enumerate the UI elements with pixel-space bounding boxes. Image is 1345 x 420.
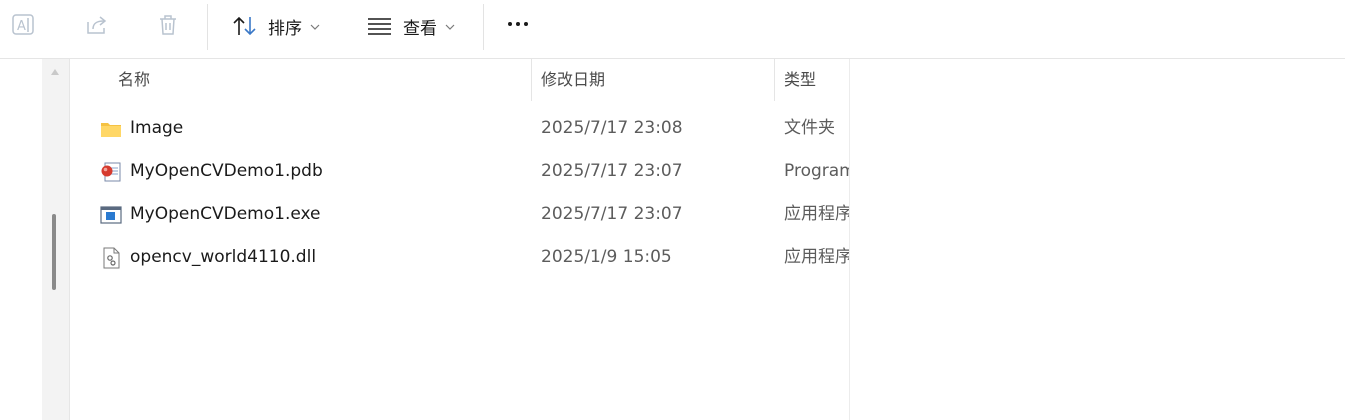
file-type: 文件夹 <box>784 118 835 138</box>
file-type: 应用程序 <box>784 247 849 267</box>
svg-text:A: A <box>17 19 26 34</box>
sort-button[interactable]: 排序 <box>232 12 320 40</box>
file-row[interactable]: Image 2025/7/17 23:08 文件夹 <box>70 107 849 150</box>
rename-icon[interactable]: A <box>10 11 38 39</box>
file-name: Image <box>130 118 184 138</box>
file-row[interactable]: opencv_world4110.dll 2025/1/9 15:05 应用程序 <box>70 236 849 279</box>
file-name: opencv_world4110.dll <box>130 247 317 267</box>
view-icon <box>368 18 391 35</box>
file-date: 2025/7/17 23:07 <box>541 204 683 224</box>
command-bar: A 排序 查看 <box>0 0 1345 59</box>
sort-icon <box>233 16 256 36</box>
file-date: 2025/7/17 23:07 <box>541 161 683 181</box>
share-icon[interactable] <box>83 11 111 39</box>
toolbar-separator <box>207 4 208 50</box>
chevron-down-icon <box>310 24 320 30</box>
view-button[interactable]: 查看 <box>367 12 455 40</box>
exe-file-icon <box>100 206 122 224</box>
view-label: 查看 <box>403 18 437 39</box>
navigation-pane <box>42 59 70 420</box>
file-name: MyOpenCVDemo1.exe <box>130 204 321 224</box>
chevron-down-icon <box>445 24 455 30</box>
file-date: 2025/1/9 15:05 <box>541 247 672 267</box>
toolbar-separator <box>483 4 484 50</box>
file-type: 应用程序 <box>784 204 849 224</box>
dll-file-icon <box>103 247 120 269</box>
file-name: MyOpenCVDemo1.pdb <box>130 161 323 181</box>
file-row[interactable]: MyOpenCVDemo1.pdb 2025/7/17 23:07 Progra… <box>70 150 849 193</box>
scroll-up-arrow-icon[interactable] <box>51 69 59 75</box>
column-header-name[interactable]: 名称 <box>118 59 150 101</box>
folder-icon <box>101 123 121 137</box>
file-type: Program <box>784 161 849 181</box>
more-icon[interactable] <box>508 22 528 26</box>
column-divider[interactable] <box>531 59 532 101</box>
sort-label: 排序 <box>268 18 302 39</box>
file-date: 2025/7/17 23:08 <box>541 118 683 138</box>
column-header-type[interactable]: 类型 <box>784 59 816 101</box>
pdb-file-icon <box>101 162 121 182</box>
scrollbar-thumb[interactable] <box>52 214 56 290</box>
file-row[interactable]: MyOpenCVDemo1.exe 2025/7/17 23:07 应用程序 <box>70 193 849 236</box>
column-header-date[interactable]: 修改日期 <box>541 59 605 101</box>
column-divider[interactable] <box>774 59 775 101</box>
delete-icon[interactable] <box>154 11 182 39</box>
file-list: 名称 修改日期 类型 Image 2025/7/17 23:08 文件夹 MyO… <box>70 59 850 420</box>
